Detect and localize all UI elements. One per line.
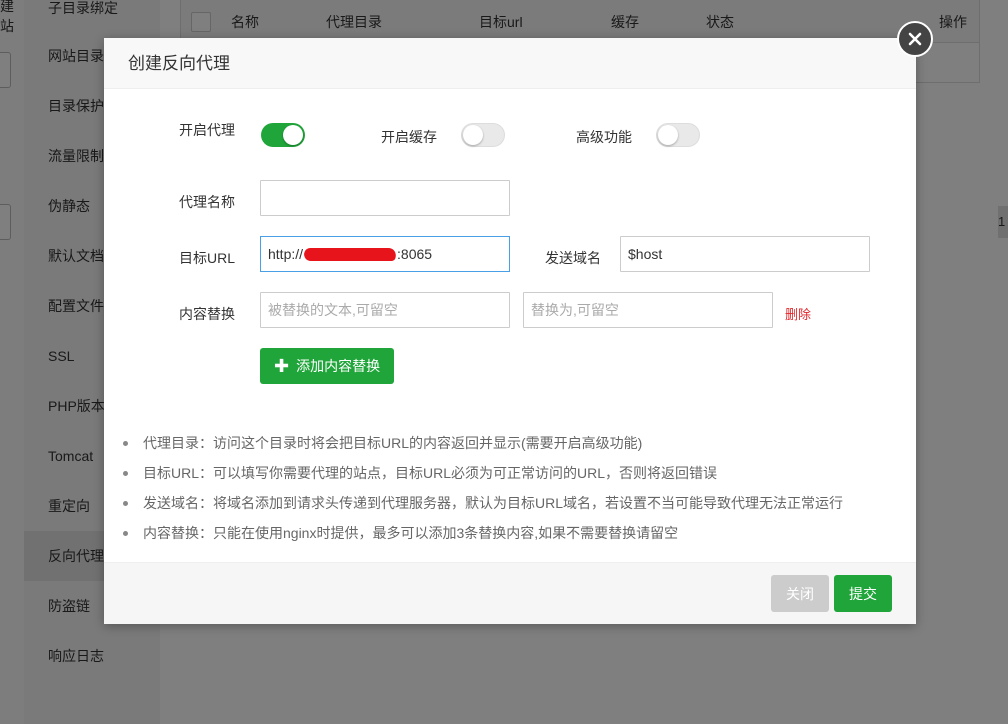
toggle-knob — [283, 125, 303, 145]
dialog-title: 创建反向代理 — [104, 38, 916, 89]
toggle-knob — [463, 125, 483, 145]
replace-to-input[interactable] — [523, 292, 773, 328]
content-replace-label: 内容替换 — [179, 306, 235, 322]
target-url-input[interactable]: http:// :8065 — [260, 236, 510, 272]
enable-cache-label: 开启缓存 — [381, 129, 437, 145]
advanced-toggle[interactable] — [656, 123, 700, 147]
target-url-prefix: http:// — [268, 246, 304, 262]
redaction-mark — [303, 247, 397, 261]
proxy-name-input[interactable] — [260, 180, 510, 216]
close-dialog-icon[interactable] — [897, 21, 933, 57]
close-icon — [908, 32, 922, 46]
proxy-name-label: 代理名称 — [179, 194, 235, 210]
submit-button[interactable]: 提交 — [834, 575, 892, 612]
create-reverse-proxy-dialog: 创建反向代理 开启代理 开启缓存 高级功能 代理名称 目标URL http://… — [104, 38, 916, 624]
enable-proxy-label: 开启代理 — [179, 122, 235, 138]
help-list: 代理目录：访问这个目录时将会把目标URL的内容返回并显示(需要开启高级功能) 目… — [120, 434, 843, 554]
help-item-send-domain: 发送域名：将域名添加到请求头传递到代理服务器，默认为目标URL域名，若设置不当可… — [120, 494, 843, 524]
send-domain-input[interactable] — [620, 236, 870, 272]
add-content-replace-label: 添加内容替换 — [296, 358, 381, 374]
help-item-target-url: 目标URL：可以填写你需要代理的站点，目标URL必须为可正常访问的URL，否则将… — [120, 464, 843, 494]
enable-proxy-toggle[interactable] — [261, 123, 305, 147]
target-url-port: :8065 — [397, 246, 433, 262]
replace-from-input[interactable] — [260, 292, 510, 328]
send-domain-label: 发送域名 — [545, 250, 601, 266]
advanced-label: 高级功能 — [576, 129, 632, 145]
help-item-proxy-dir: 代理目录：访问这个目录时将会把目标URL的内容返回并显示(需要开启高级功能) — [120, 434, 843, 464]
help-item-content-replace: 内容替换：只能在使用nginx时提供，最多可以添加3条替换内容,如果不需要替换请… — [120, 524, 843, 554]
target-url-label: 目标URL — [178, 250, 235, 266]
toggle-knob — [658, 125, 678, 145]
dialog-footer: 关闭 提交 — [104, 562, 916, 624]
delete-replace-link[interactable]: 删除 — [785, 304, 811, 323]
enable-cache-toggle[interactable] — [461, 123, 505, 147]
add-content-replace-button[interactable]: ✚ 添加内容替换 — [260, 348, 395, 384]
plus-icon: ✚ — [274, 356, 290, 376]
close-button[interactable]: 关闭 — [771, 575, 829, 612]
